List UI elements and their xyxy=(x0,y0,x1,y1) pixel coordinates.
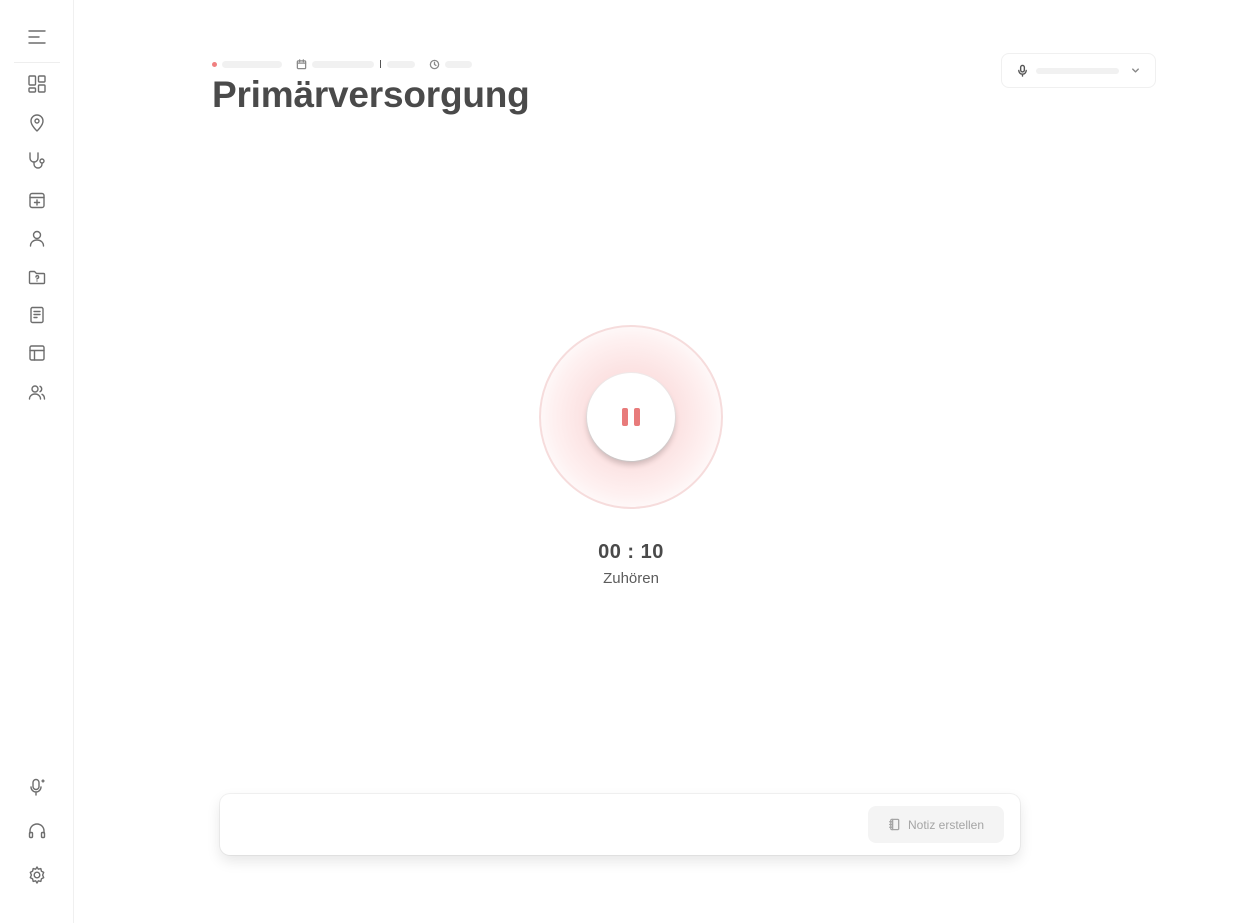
sidebar-item-tables[interactable] xyxy=(19,335,55,371)
table-icon xyxy=(29,345,45,361)
create-note-button[interactable]: Notiz erstellen xyxy=(868,806,1004,843)
duration-placeholder xyxy=(445,60,472,68)
calendar-add-icon xyxy=(29,192,45,209)
time-placeholder xyxy=(387,60,415,68)
recording-timer: 00 : 10 xyxy=(598,541,664,563)
document-icon xyxy=(30,306,44,324)
microphone-name-placeholder xyxy=(1036,67,1119,74)
recording-status: Zuhören xyxy=(603,570,659,587)
notebook-icon xyxy=(889,818,900,831)
user-icon xyxy=(29,230,45,247)
dashboard-icon xyxy=(28,75,46,93)
microphone-sparkle-icon xyxy=(30,778,45,796)
sidebar-item-voice[interactable] xyxy=(19,769,55,805)
users-icon xyxy=(28,385,46,400)
sidebar-item-appointments[interactable] xyxy=(19,182,55,218)
microphone-icon xyxy=(1018,64,1027,77)
page-title: Primärversorgung xyxy=(212,74,530,115)
calendar-icon xyxy=(296,58,307,69)
sidebar-item-clinical[interactable] xyxy=(19,143,55,179)
sidebar-item-records[interactable] xyxy=(19,259,55,295)
meta-separator xyxy=(380,60,381,68)
sidebar-item-locations[interactable] xyxy=(19,105,55,141)
microphone-select[interactable] xyxy=(1001,53,1156,88)
location-pin-icon xyxy=(30,114,44,132)
gear-icon xyxy=(29,866,45,884)
headset-icon xyxy=(28,823,46,839)
sidebar-item-settings[interactable] xyxy=(19,857,55,893)
session-meta xyxy=(212,58,472,70)
pause-recording-button[interactable] xyxy=(587,373,675,461)
pause-icon xyxy=(622,408,640,426)
chevron-down-icon xyxy=(1132,68,1139,73)
calendar-meta xyxy=(296,58,307,70)
sidebar-item-support[interactable] xyxy=(19,813,55,849)
sidebar-item-documents[interactable] xyxy=(19,297,55,333)
menu-toggle-button[interactable] xyxy=(19,19,55,55)
stethoscope-icon xyxy=(29,152,45,169)
sidebar-divider xyxy=(14,62,60,63)
create-note-label: Notiz erstellen xyxy=(907,817,985,832)
bottom-action-bar: Notiz erstellen xyxy=(220,794,1020,855)
clock-icon xyxy=(429,59,440,69)
date-placeholder xyxy=(312,60,374,68)
recording-status-dot xyxy=(212,61,217,67)
sidebar-item-dashboard[interactable] xyxy=(19,66,55,102)
folder-question-icon xyxy=(28,270,46,285)
sidebar-item-patient[interactable] xyxy=(19,220,55,256)
menu-icon xyxy=(28,30,46,44)
dropdown-chevron xyxy=(1130,65,1141,76)
patient-placeholder xyxy=(222,60,282,68)
sidebar-item-team[interactable] xyxy=(19,374,55,410)
clock-meta xyxy=(429,59,440,70)
sidebar xyxy=(0,0,74,923)
